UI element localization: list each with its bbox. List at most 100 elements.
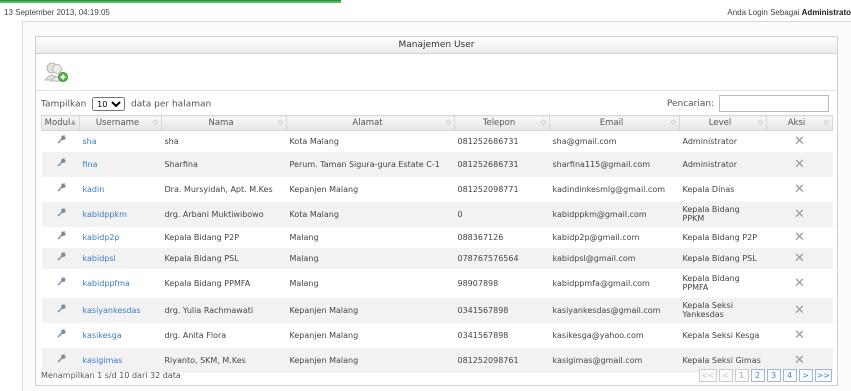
user-management-panel: Manajemen User Tampilkan 10 data per hal… <box>35 36 838 386</box>
cell-telepon: 0 <box>454 201 550 227</box>
page-3-button[interactable]: 3 <box>766 369 781 382</box>
module-cell <box>41 247 80 269</box>
cell-email: kasiyankesdas@gmail.com <box>549 297 680 323</box>
cell-username[interactable]: sha <box>80 131 162 152</box>
cell-telepon: 081252686731 <box>457 136 519 146</box>
cell-level: Kepala Seksi Kesga <box>682 330 760 340</box>
wrench-icon[interactable] <box>56 231 66 241</box>
cell-alamat: Kepanjen Malang <box>289 184 359 194</box>
cell-telepon: 0341567898 <box>457 330 509 340</box>
cell-level: Administrator <box>679 151 767 177</box>
wrench-icon[interactable] <box>56 277 66 287</box>
page-first-button[interactable]: << <box>699 369 717 382</box>
cell-username[interactable]: kadin <box>80 177 162 202</box>
cell-username[interactable]: kasikesga <box>80 323 162 348</box>
delete-x-icon[interactable]: ✕ <box>766 247 833 269</box>
page-2-button[interactable]: 2 <box>750 369 765 382</box>
user-table: Modul ▲ Username ◇ Nama ◇ Alamat ◇ Telepon ◇ … <box>41 115 833 373</box>
delete-x-icon[interactable]: ✕ <box>767 323 833 348</box>
search-label: Pencarian: <box>666 99 715 109</box>
cell-username[interactable]: kabidppfma <box>80 269 162 298</box>
cell-telepon: 98907898 <box>457 278 499 288</box>
add-user-icon[interactable] <box>43 60 69 84</box>
cell-level: Kepala Bidang P2P <box>682 232 758 242</box>
cell-email: kabidppkm@gmail.com <box>549 201 680 227</box>
cell-alamat: Malang <box>289 232 319 242</box>
wrench-icon[interactable] <box>56 158 66 168</box>
page-prev-button[interactable]: < <box>718 369 733 382</box>
cell-level: Kepala Bidang PPKM <box>679 201 767 227</box>
cell-level: Administrator <box>682 136 738 146</box>
cell-username[interactable]: fina <box>79 151 162 177</box>
col-telepon[interactable]: Telepon ◇ <box>454 115 550 131</box>
delete-x-icon[interactable]: ✕ <box>767 177 833 202</box>
cell-alamat: Malang <box>286 247 455 269</box>
cell-username[interactable]: kabidp2p <box>80 227 162 248</box>
login-info: Anda Login Sebagai Administrato <box>727 8 851 17</box>
module-cell <box>42 227 80 248</box>
page-next-button[interactable]: > <box>798 369 813 382</box>
cell-email: sha@gmail.com <box>552 136 617 146</box>
table-row: fina Sharfina Perum. Taman Sigura-gura Est… <box>41 151 833 177</box>
page-length-control: Tampilkan 10 data per halaman <box>41 97 211 111</box>
col-modul[interactable]: Modul ▲ <box>41 115 80 131</box>
module-cell <box>41 297 80 323</box>
module-cell <box>41 151 80 177</box>
col-level[interactable]: Level ◇ <box>679 115 767 131</box>
page-last-button[interactable]: >> <box>814 369 832 382</box>
table-row: kabidp2p Kepala Bidang P2P Malang 088367126… <box>42 227 833 248</box>
delete-x-icon[interactable]: ✕ <box>766 297 833 323</box>
table-row: kasiyankesdas drg. Yulia Rachmawati Kepanj… <box>41 297 833 323</box>
cell-username[interactable]: kasiyankesdas <box>79 297 162 323</box>
login-role: Administrato <box>801 8 851 17</box>
delete-x-icon[interactable]: ✕ <box>767 131 833 152</box>
wrench-icon[interactable] <box>56 135 66 145</box>
cell-alamat: Kepanjen Malang <box>289 330 359 340</box>
col-alamat[interactable]: Alamat ◇ <box>286 115 455 131</box>
cell-telepon: 081252686731 <box>454 151 550 177</box>
delete-x-icon[interactable]: ✕ <box>767 227 833 248</box>
cell-nama: Kepala Bidang PPMFA <box>164 278 251 288</box>
delete-x-icon[interactable]: ✕ <box>766 151 833 177</box>
wrench-icon[interactable] <box>56 304 66 314</box>
login-prefix: Anda Login Sebagai <box>727 8 800 17</box>
per-page-label: data per halaman <box>131 99 212 110</box>
cell-username[interactable]: kabidpsl <box>79 247 162 269</box>
top-accent-line <box>0 0 341 1</box>
search-input[interactable] <box>719 95 829 112</box>
cell-alamat: Kota Malang <box>289 136 339 146</box>
module-cell <box>42 269 80 298</box>
cell-email: kasikesga@yahoo.com <box>552 330 644 340</box>
wrench-icon[interactable] <box>56 329 66 339</box>
col-nama[interactable]: Nama ◇ <box>161 115 287 131</box>
cell-nama: Kepala Bidang P2P <box>164 232 240 242</box>
cell-nama: drg. Anita Flora <box>164 330 227 340</box>
cell-level: Kepala Bidang PSL <box>679 247 767 269</box>
page-4-button[interactable]: 4 <box>782 369 797 382</box>
wrench-icon[interactable] <box>56 252 66 262</box>
page-1-button[interactable]: 1 <box>734 369 749 382</box>
table-row: kabidppkm drg. Arbani Muktiwibowo Kota Mal… <box>41 201 833 227</box>
timestamp: 13 September 2013, 04:19:05 <box>4 8 110 17</box>
wrench-icon[interactable] <box>56 183 66 193</box>
cell-alamat: Kota Malang <box>286 201 455 227</box>
cell-nama: Sharfina <box>161 151 287 177</box>
col-email[interactable]: Email ◇ <box>549 115 680 131</box>
delete-x-icon[interactable]: ✕ <box>767 269 833 298</box>
cell-alamat: Malang <box>289 278 319 288</box>
show-label: Tampilkan <box>41 99 87 110</box>
table-info: Menampilkan 1 s/d 10 dari 32 data <box>41 371 181 380</box>
page-size-select[interactable]: 10 <box>92 97 126 111</box>
col-aksi[interactable]: Aksi ◇ <box>766 115 833 131</box>
col-username[interactable]: Username ◇ <box>79 115 162 131</box>
toolbar <box>36 54 837 91</box>
wrench-icon[interactable] <box>56 208 66 218</box>
cell-email: kabidp2p@gmail.com <box>552 232 640 242</box>
module-cell <box>42 131 80 152</box>
cell-nama: drg. Arbani Muktiwibowo <box>161 201 287 227</box>
module-cell <box>41 201 80 227</box>
cell-email: sharfina115@gmail.com <box>549 151 680 177</box>
delete-x-icon[interactable]: ✕ <box>766 201 833 227</box>
pagination: << < 1 2 3 4 > >> <box>699 369 832 382</box>
cell-username[interactable]: kabidppkm <box>79 201 162 227</box>
